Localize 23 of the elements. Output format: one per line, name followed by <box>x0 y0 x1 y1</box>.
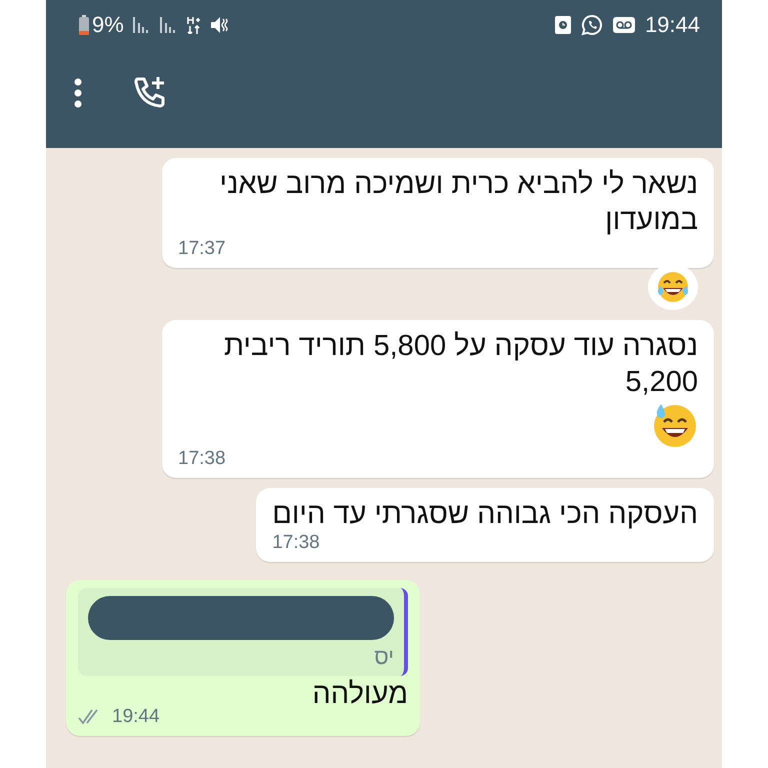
message-text: נשאר לי להביא כרית ושמיכה מרוב שאני במועדון <box>218 167 698 238</box>
message-time: 17:38 <box>178 448 227 470</box>
message-text: מעולהה <box>311 677 408 712</box>
battery-icon <box>79 15 89 35</box>
clock-time: 19:44 <box>644 12 700 38</box>
signal-icon <box>132 17 151 33</box>
quoted-message[interactable]: יס <box>78 588 408 676</box>
voicemail-icon <box>612 17 635 33</box>
signal-icon <box>160 17 178 33</box>
mute-icon <box>210 16 230 34</box>
clock-icon <box>554 16 571 34</box>
menu-icon[interactable] <box>74 78 82 108</box>
tears-of-joy-emoji-icon <box>656 270 690 304</box>
data-arrows-icon <box>186 16 201 34</box>
quote-author: יס <box>373 644 394 670</box>
message-time: 17:38 <box>272 532 321 554</box>
message-text: העסקה הכי גבוהה שסגרתי עד היום <box>272 497 698 532</box>
chat-bubble-icon <box>580 14 603 36</box>
message-time: 19:44 <box>112 706 160 728</box>
reaction-badge[interactable] <box>648 264 698 310</box>
battery-percent: 9% <box>92 12 124 38</box>
message-time: 17:37 <box>178 238 227 260</box>
message-text: נסגרה עוד עסקה על 5,800 תוריד ריבית 5,200 <box>222 329 698 400</box>
